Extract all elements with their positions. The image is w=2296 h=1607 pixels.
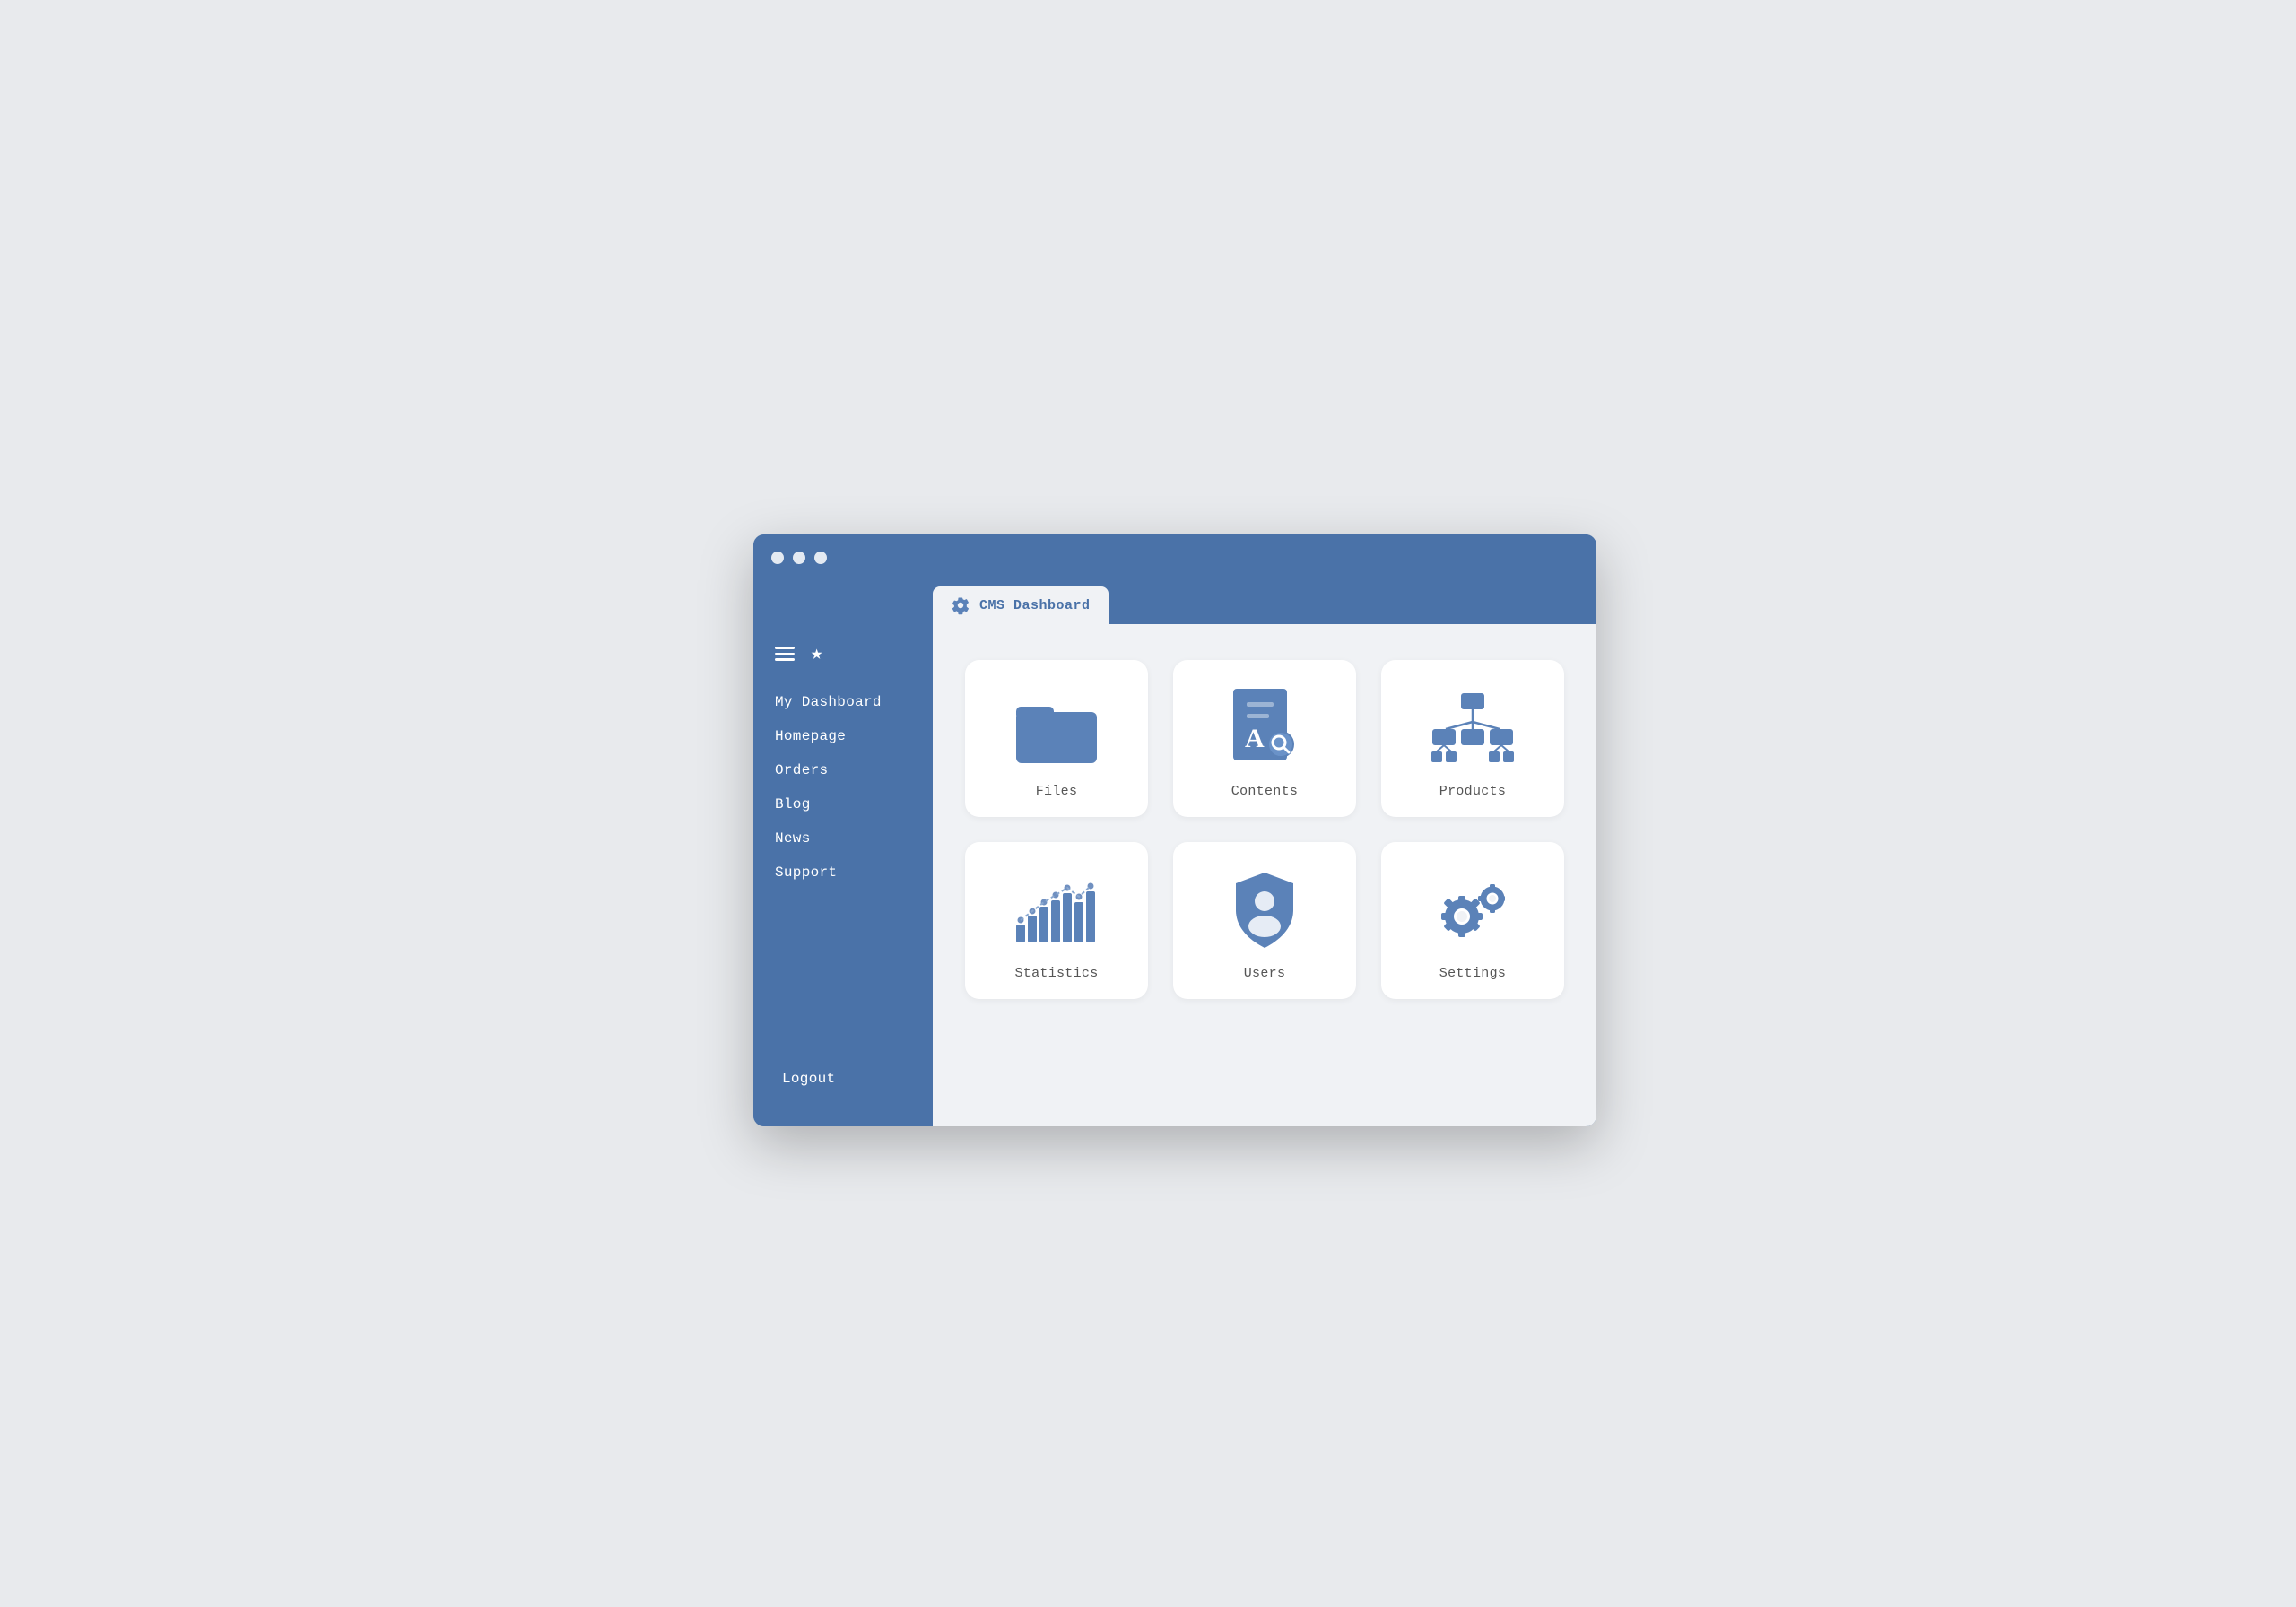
hamburger-icon[interactable] [775, 647, 795, 661]
products-label: Products [1439, 784, 1506, 799]
products-tile[interactable]: Products [1381, 660, 1564, 817]
star-icon[interactable]: ★ [811, 642, 822, 665]
browser-window: CMS Dashboard ★ My Dashboard Homepage Or… [753, 534, 1596, 1126]
window-controls [771, 552, 827, 564]
document-icon: A [1229, 689, 1300, 769]
sidebar-item-homepage[interactable]: Homepage [768, 721, 918, 751]
maximize-dot [814, 552, 827, 564]
settings-label: Settings [1439, 966, 1506, 981]
sidebar: ★ My Dashboard Homepage Orders Blog News… [753, 624, 933, 1126]
main-area: ★ My Dashboard Homepage Orders Blog News… [753, 624, 1596, 1126]
files-label: Files [1036, 784, 1078, 799]
sidebar-logout: Logout [753, 1049, 933, 1108]
chart-icon [1012, 875, 1101, 947]
contents-label: Contents [1231, 784, 1298, 799]
logout-button[interactable]: Logout [775, 1064, 911, 1094]
tab-bar: CMS Dashboard [753, 581, 1596, 624]
minimize-dot [793, 552, 805, 564]
sidebar-item-blog[interactable]: Blog [768, 789, 918, 820]
title-bar [753, 534, 1596, 581]
tab-label: CMS Dashboard [979, 598, 1091, 613]
contents-tile[interactable]: A Contents [1173, 660, 1356, 817]
users-label: Users [1244, 966, 1286, 981]
hierarchy-icon [1428, 693, 1518, 765]
sidebar-item-news[interactable]: News [768, 823, 918, 854]
nav-spacer [768, 891, 918, 1049]
close-dot [771, 552, 784, 564]
contents-icon-area: A [1220, 689, 1309, 769]
statistics-label: Statistics [1014, 966, 1098, 981]
statistics-icon-area [1012, 871, 1101, 951]
files-tile[interactable]: Files [965, 660, 1148, 817]
shield-user-icon [1229, 871, 1300, 951]
scene: CMS Dashboard ★ My Dashboard Homepage Or… [700, 481, 1596, 1126]
sidebar-item-orders[interactable]: Orders [768, 755, 918, 786]
gears-icon [1428, 873, 1518, 950]
gear-tab-icon [951, 595, 970, 615]
products-icon-area [1428, 689, 1518, 769]
dashboard-grid: Files A [965, 660, 1564, 999]
files-icon-area [1012, 689, 1101, 769]
sidebar-item-my-dashboard[interactable]: My Dashboard [768, 687, 918, 717]
users-icon-area [1220, 871, 1309, 951]
settings-icon-area [1428, 871, 1518, 951]
nav-items: My Dashboard Homepage Orders Blog News S… [753, 687, 933, 1049]
settings-tile[interactable]: Settings [1381, 842, 1564, 999]
statistics-tile[interactable]: Statistics [965, 842, 1148, 999]
folder-icon [1016, 696, 1097, 763]
cms-dashboard-tab[interactable]: CMS Dashboard [933, 586, 1109, 624]
svg-text:A: A [1245, 724, 1265, 753]
users-tile[interactable]: Users [1173, 842, 1356, 999]
sidebar-toolbar: ★ [753, 642, 933, 687]
sidebar-item-support[interactable]: Support [768, 857, 918, 888]
content-area: Files A [933, 624, 1596, 1126]
